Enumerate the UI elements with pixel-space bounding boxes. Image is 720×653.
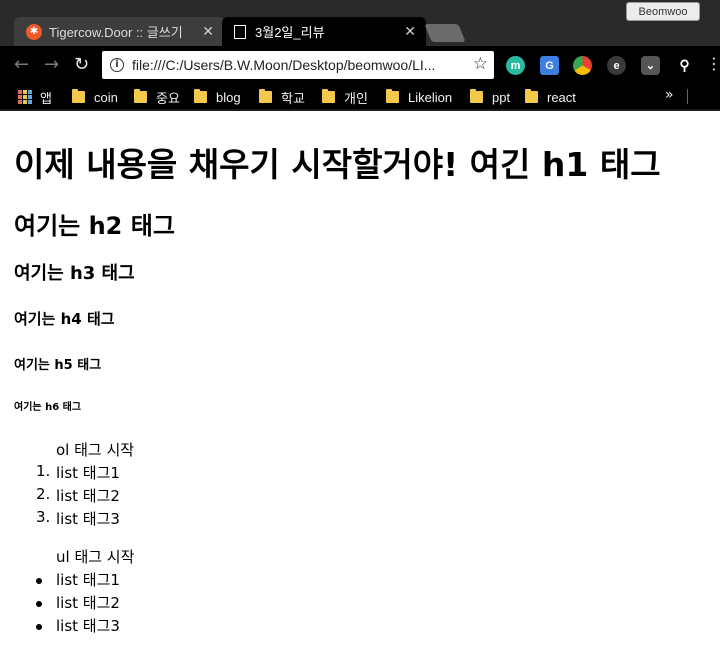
ordered-list-heading: ol 태그 시작 xyxy=(56,441,135,459)
bookmark-label: 개인 xyxy=(344,90,368,106)
heading-h4: 여기는 h4 태그 xyxy=(14,310,115,328)
info-icon[interactable]: i xyxy=(110,58,124,72)
folder-icon xyxy=(259,89,272,103)
back-arrow-icon[interactable]: ← xyxy=(14,54,29,75)
folder-icon xyxy=(194,89,207,103)
toolbar: ← → ↻ i file:///C:/Users/B.W.Moon/Deskto… xyxy=(0,46,720,84)
bookmark-blog[interactable]: blog xyxy=(194,88,241,106)
tab-title: Tigercow.Door :: 글쓰기 xyxy=(49,25,183,40)
mint-extension-icon[interactable]: m xyxy=(506,56,525,75)
heading-h3: 여기는 h3 태그 xyxy=(14,263,135,284)
bookmark-label: Likelion xyxy=(408,89,453,105)
bookmark-star-icon[interactable]: ☆ xyxy=(473,54,488,74)
folder-icon xyxy=(470,89,483,103)
bullet-icon xyxy=(36,601,42,607)
heading-h2: 여기는 h2 태그 xyxy=(14,212,175,240)
bullet-icon xyxy=(36,578,42,584)
folder-icon xyxy=(386,89,399,103)
tab-tigercow[interactable]: ✱ Tigercow.Door :: 글쓰기 ✕ xyxy=(14,17,224,46)
tab-review[interactable]: 3월2일_리뷰 ✕ xyxy=(222,17,426,46)
chrome-apps-icon[interactable] xyxy=(573,56,592,75)
bookmark-label: 앱 xyxy=(40,90,52,106)
folder-icon xyxy=(134,89,147,103)
apps-grid-icon xyxy=(18,90,32,104)
bookmarks-overflow-chevron-icon[interactable]: » xyxy=(665,87,674,103)
evernote-icon[interactable]: e xyxy=(607,56,626,75)
address-bar[interactable]: i file:///C:/Users/B.W.Moon/Desktop/beom… xyxy=(102,51,494,79)
bookmark-label: 학교 xyxy=(281,90,305,106)
list-marker: 1. xyxy=(36,462,51,480)
pocket-icon[interactable]: ⌄ xyxy=(641,56,660,75)
close-icon[interactable]: ✕ xyxy=(202,23,214,40)
new-tab-button[interactable] xyxy=(424,24,466,42)
list-item: list 태그1 xyxy=(56,464,120,482)
bookmark-ppt[interactable]: ppt xyxy=(470,88,510,106)
menu-icon[interactable]: ⋮ xyxy=(706,54,720,73)
bookmark-likelion[interactable]: Likelion xyxy=(386,88,452,106)
heading-h5: 여기는 h5 태그 xyxy=(14,358,102,373)
bookmark-label: blog xyxy=(216,89,241,105)
search-extension-icon[interactable]: ⚲ xyxy=(675,56,694,75)
list-marker: 3. xyxy=(36,508,51,526)
folder-icon xyxy=(525,89,538,103)
bookmark-react[interactable]: react xyxy=(525,88,576,106)
folder-icon xyxy=(72,89,85,103)
bookmark-label: coin xyxy=(94,89,118,105)
url-text[interactable]: file:///C:/Users/B.W.Moon/Desktop/beomwo… xyxy=(132,57,435,73)
bookmark-important[interactable]: 중요 xyxy=(134,88,180,106)
bookmark-label: ppt xyxy=(492,89,511,105)
list-item: list 태그2 xyxy=(56,594,120,612)
close-icon[interactable]: ✕ xyxy=(404,23,416,40)
document-icon xyxy=(234,24,246,39)
list-item: list 태그1 xyxy=(56,571,120,589)
tigercow-favicon-icon: ✱ xyxy=(26,23,42,40)
list-item: list 태그3 xyxy=(56,510,120,528)
forward-arrow-icon[interactable]: → xyxy=(44,54,59,75)
list-marker: 2. xyxy=(36,485,51,503)
folder-icon xyxy=(322,89,335,103)
bookmark-personal[interactable]: 개인 xyxy=(322,88,368,106)
list-item: list 태그3 xyxy=(56,617,120,635)
bookmarks-bar: 앱 coin 중요 blog 학교 개인 Likelion ppt react xyxy=(0,84,720,109)
tab-strip: ✱ Tigercow.Door :: 글쓰기 ✕ 3월2일_리뷰 ✕ Beomw… xyxy=(0,0,720,46)
bookmark-apps[interactable]: 앱 xyxy=(18,88,52,106)
bookmark-label: 중요 xyxy=(156,90,180,106)
unordered-list-heading: ul 태그 시작 xyxy=(56,548,135,566)
translate-icon[interactable]: G xyxy=(540,56,559,75)
heading-h6: 여기는 h6 태그 xyxy=(14,402,82,413)
list-item: list 태그2 xyxy=(56,487,120,505)
reload-icon[interactable]: ↻ xyxy=(74,54,89,75)
profile-button[interactable]: Beomwoo xyxy=(626,2,700,21)
heading-h1: 이제 내용을 채우기 시작할거야! 여긴 h1 태그 xyxy=(14,145,661,184)
tab-title: 3월2일_리뷰 xyxy=(255,25,325,40)
bookmark-coin[interactable]: coin xyxy=(72,88,118,106)
bullet-icon xyxy=(36,624,42,630)
bookmark-school[interactable]: 학교 xyxy=(259,88,305,106)
browser-chrome: ✱ Tigercow.Door :: 글쓰기 ✕ 3월2일_리뷰 ✕ Beomw… xyxy=(0,0,720,111)
bookmarks-divider xyxy=(687,89,688,104)
bookmark-label: react xyxy=(547,89,576,105)
